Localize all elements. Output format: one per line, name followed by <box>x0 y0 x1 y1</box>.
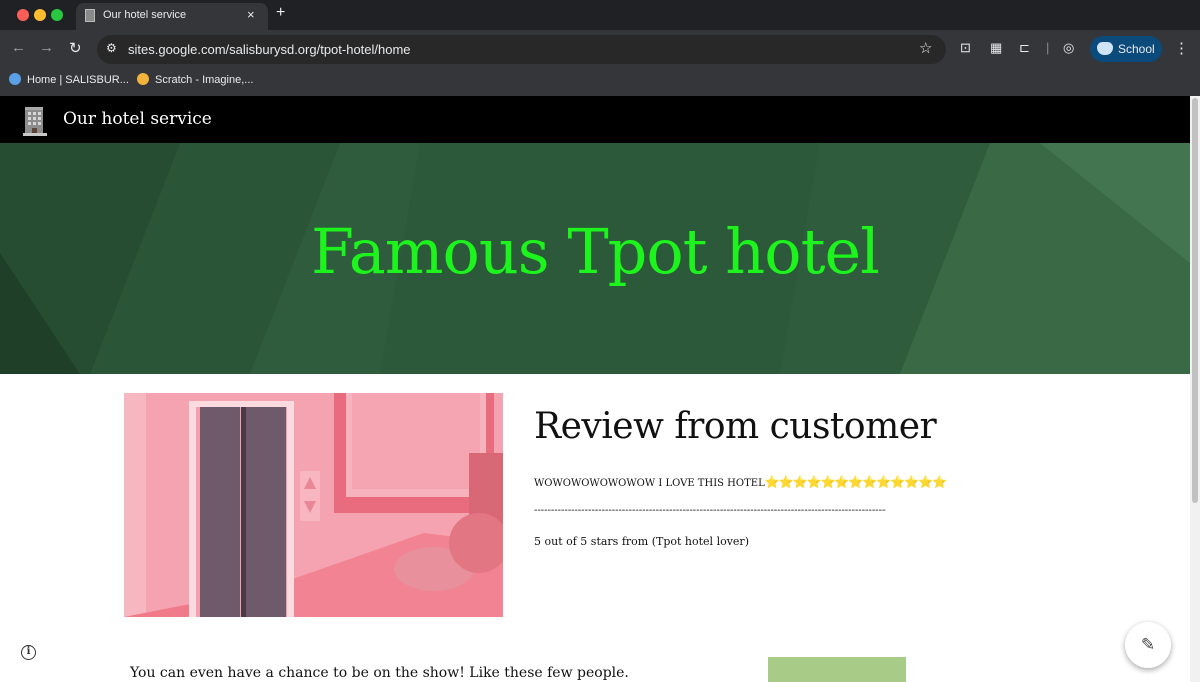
green-image-block <box>768 657 906 682</box>
bookmarks-bar: Home | SALISBUR... Scratch - Imagine,... <box>0 68 1200 96</box>
star-rating-icons: ⭐⭐⭐⭐⭐⭐⭐⭐⭐⭐⭐⭐⭐ <box>764 475 947 489</box>
minimize-window-button[interactable] <box>34 9 46 21</box>
reading-mode-icon[interactable]: ▦ <box>990 40 1002 56</box>
elevator-hallway-image <box>124 393 503 617</box>
forward-icon[interactable]: → <box>39 39 54 56</box>
scrollbar-thumb[interactable] <box>1192 98 1198 503</box>
tab-strip: Our hotel service × + <box>0 0 1200 30</box>
lens-search-icon[interactable]: ⊡ <box>960 40 971 56</box>
info-icon[interactable]: i <box>21 645 36 660</box>
close-tab-icon[interactable]: × <box>247 7 255 22</box>
new-tab-button[interactable]: + <box>276 4 285 22</box>
maximize-window-button[interactable] <box>51 9 63 21</box>
page-scrollbar[interactable] <box>1190 96 1200 682</box>
bookmark-label: Home | SALISBUR... <box>27 74 129 86</box>
profile-avatar-icon <box>1097 42 1113 55</box>
bookmark-home[interactable]: Home | SALISBUR... <box>9 73 129 86</box>
profile-button[interactable]: School <box>1090 36 1162 62</box>
back-icon[interactable]: ← <box>11 39 26 56</box>
review-heading: Review from customer <box>534 406 937 447</box>
url-text: sites.google.com/salisburysd.org/tpot-ho… <box>128 42 411 57</box>
cast-icon[interactable]: ⊏ <box>1019 40 1030 56</box>
promo-text: You can even have a chance to be on the … <box>130 665 629 681</box>
browser-toolbar: ← → ↻ ⚙ sites.google.com/salisburysd.org… <box>0 30 1200 68</box>
review-body: WOWOWOWOWOWOW I LOVE THIS HOTEL <box>534 478 765 489</box>
edit-pencil-button[interactable]: ✎ <box>1125 622 1171 668</box>
toolbar-separator: | <box>1046 40 1050 55</box>
site-header: Our hotel service <box>0 96 1190 143</box>
scratch-icon <box>137 73 149 85</box>
text-divider: ----------------------------------------… <box>534 505 886 516</box>
bookmark-scratch[interactable]: Scratch - Imagine,... <box>137 73 253 86</box>
extension-icon[interactable]: ◎ <box>1063 40 1074 56</box>
review-text: WOWOWOWOWOWOW I LOVE THIS HOTEL⭐⭐⭐⭐⭐⭐⭐⭐⭐… <box>534 475 947 489</box>
site-name[interactable]: Our hotel service <box>63 109 212 129</box>
hotel-logo-icon[interactable] <box>23 103 47 136</box>
profile-label: School <box>1118 42 1155 56</box>
tab-title: Our hotel service <box>103 9 187 21</box>
close-window-button[interactable] <box>17 9 29 21</box>
page-viewport: Our hotel service Famous Tpot hotel Revi… <box>0 96 1190 682</box>
active-tab[interactable]: Our hotel service × <box>76 3 268 30</box>
browser-menu-icon[interactable]: ⋮ <box>1174 39 1189 57</box>
hotel-favicon-icon <box>85 9 95 22</box>
hero-banner: Famous Tpot hotel <box>0 143 1190 374</box>
school-district-icon <box>9 73 21 85</box>
bookmark-label: Scratch - Imagine,... <box>155 74 254 86</box>
hero-title: Famous Tpot hotel <box>310 215 880 288</box>
reload-icon[interactable]: ↻ <box>69 39 82 57</box>
rating-summary: 5 out of 5 stars from (Tpot hotel lover) <box>534 535 749 548</box>
bookmark-star-icon[interactable]: ☆ <box>919 39 932 57</box>
address-bar[interactable]: ⚙ sites.google.com/salisburysd.org/tpot-… <box>97 35 946 64</box>
site-info-icon[interactable]: ⚙ <box>106 41 117 55</box>
